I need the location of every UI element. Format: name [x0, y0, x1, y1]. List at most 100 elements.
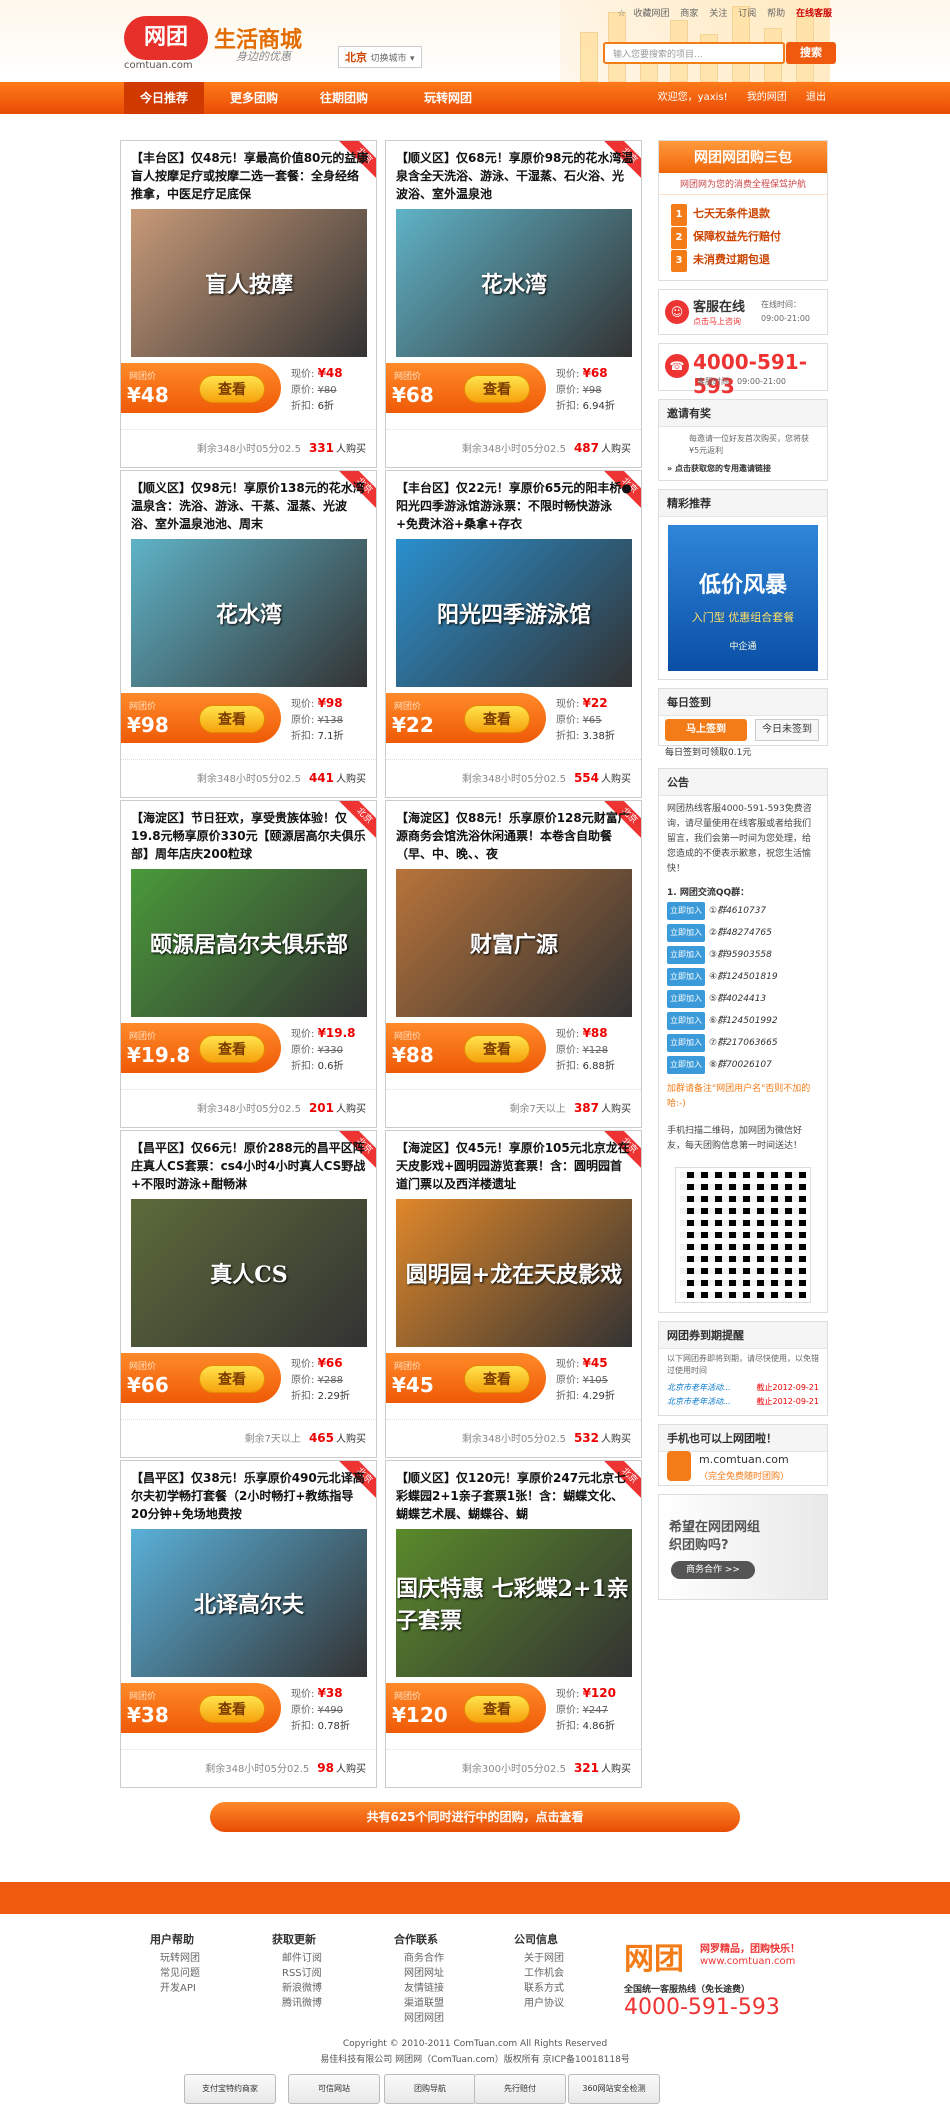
deal-title[interactable]: 【顺义区】仅68元！享原价98元的花水湾温泉含全天洗浴、游泳、干湿蒸、石火浴、光…: [396, 149, 634, 205]
footer-link[interactable]: 工作机会: [514, 1966, 624, 1981]
footer-link[interactable]: RSS订阅: [272, 1966, 382, 1981]
footer-link[interactable]: 友情链接: [394, 1981, 504, 1996]
deal-card[interactable]: 北京 【顺义区】仅68元！享原价98元的花水湾温泉含全天洗浴、游泳、干湿蒸、石火浴…: [385, 140, 642, 468]
footer-link[interactable]: 用户协议: [514, 1996, 624, 2011]
search-input[interactable]: 输入您要搜索的项目...: [603, 42, 785, 64]
trust-badge[interactable]: 团购导航: [384, 2074, 476, 2104]
guarantee-item[interactable]: 3 未消费过期包退: [671, 249, 815, 272]
top-link-subscribe[interactable]: 订阅: [738, 9, 756, 19]
trust-badge[interactable]: 360网站安全检测: [568, 2074, 660, 2104]
deal-title[interactable]: 【海淀区】节日狂欢，享受贵族体验！仅19.8元畅享原价330元【颐源居高尔夫俱乐…: [131, 809, 369, 865]
trust-badge[interactable]: 可信网站: [288, 2074, 380, 2104]
deal-image[interactable]: 花水湾: [396, 209, 632, 357]
deal-image[interactable]: 财富广源: [396, 869, 632, 1017]
footer-link[interactable]: 开发API: [150, 1981, 260, 1996]
deal-image[interactable]: 花水湾: [131, 539, 367, 687]
mobile-box[interactable]: 手机也可以上网团啦！ m.comtuan.com （完全免费随时团购）: [658, 1424, 828, 1486]
view-button[interactable]: 查看: [464, 705, 530, 733]
qq-join-button[interactable]: 立即加入: [667, 1034, 705, 1052]
footer-link[interactable]: 关于网团: [514, 1951, 624, 1966]
deal-card[interactable]: 北京 【海淀区】仅88元！乐享原价128元财富广源商务会馆洗浴休闲通票！本卷含自助…: [385, 800, 642, 1128]
deal-image[interactable]: 阳光四季游泳馆: [396, 539, 632, 687]
deal-card[interactable]: 北京 【海淀区】节日狂欢，享受贵族体验！仅19.8元畅享原价330元【颐源居高尔夫…: [120, 800, 377, 1128]
invite-link[interactable]: » 点击获取您的专用邀请链接: [659, 459, 827, 480]
deal-title[interactable]: 【海淀区】仅45元！享原价105元北京龙在天皮影戏+圆明园游览套票！含：圆明园首…: [396, 1139, 634, 1195]
footer-link[interactable]: 邮件订阅: [272, 1951, 382, 1966]
deal-image[interactable]: 国庆特惠 七彩蝶2+1亲子套票: [396, 1529, 632, 1677]
online-service-box[interactable]: ☺ 客服在线 点击马上咨询 在线时间： 09:00-21:00: [658, 289, 828, 335]
my-comtuan-link[interactable]: 我的网团: [747, 92, 787, 103]
remind-row[interactable]: 截止2012-09-21 北京市老年活动...: [659, 1395, 827, 1415]
footer-link[interactable]: 商务合作: [394, 1951, 504, 1966]
guarantee-item[interactable]: 1 七天无条件退款: [671, 203, 815, 226]
footer-link[interactable]: 网团网团: [394, 2011, 504, 2026]
top-link-online-service[interactable]: 在线客服: [796, 9, 832, 19]
deal-title[interactable]: 【丰台区】仅48元！享最高价值80元的益康盲人按摩足疗或按摩二选一套餐：全身经络…: [131, 149, 369, 205]
qq-group-row[interactable]: 立即加入 ⑧群70026107: [659, 1054, 827, 1076]
top-link-favorite[interactable]: 收藏网团: [634, 9, 670, 19]
view-button[interactable]: 查看: [199, 705, 265, 733]
guarantee-item[interactable]: 2 保障权益先行赔付: [671, 226, 815, 249]
deal-title[interactable]: 【顺义区】仅120元！享原价247元北京七彩蝶园2+1亲子套票1张！含：蝴蝶文化…: [396, 1469, 634, 1525]
deal-title[interactable]: 【海淀区】仅88元！乐享原价128元财富广源商务会馆洗浴休闲通票！本卷含自助餐（…: [396, 809, 634, 865]
footer-link[interactable]: 新浪微博: [272, 1981, 382, 1996]
qq-group-row[interactable]: 立即加入 ④群124501819: [659, 966, 827, 988]
qq-group-row[interactable]: 立即加入 ⑦群217063665: [659, 1032, 827, 1054]
top-link-help[interactable]: 帮助: [767, 9, 785, 19]
qq-join-button[interactable]: 立即加入: [667, 1056, 705, 1074]
footer-link[interactable]: 联系方式: [514, 1981, 624, 1996]
qq-group-row[interactable]: 立即加入 ①群4610737: [659, 900, 827, 922]
footer-link[interactable]: 玩转网团: [150, 1951, 260, 1966]
deal-title[interactable]: 【丰台区】仅22元！享原价65元的阳丰桥●阳光四季游泳馆游泳票：不限时畅快游泳+…: [396, 479, 634, 535]
qq-join-button[interactable]: 立即加入: [667, 1012, 705, 1030]
deal-image[interactable]: 颐源居高尔夫俱乐部: [131, 869, 367, 1017]
qq-group-row[interactable]: 立即加入 ②群48274765: [659, 922, 827, 944]
coop-button[interactable]: 商务合作 >>: [671, 1561, 755, 1579]
qq-group-row[interactable]: 立即加入 ⑤群4024413: [659, 988, 827, 1010]
view-button[interactable]: 查看: [464, 375, 530, 403]
qq-join-button[interactable]: 立即加入: [667, 946, 705, 964]
deal-card[interactable]: 北京 【昌平区】仅66元！原价288元的昌平区阵庄真人CS套票：cs4小时4小时真…: [120, 1130, 377, 1458]
nav-past[interactable]: 往期团购: [304, 82, 384, 114]
deal-image[interactable]: 真人CS: [131, 1199, 367, 1347]
view-button[interactable]: 查看: [199, 1035, 265, 1063]
deal-card[interactable]: 北京 【昌平区】仅38元！乐享原价490元北译高尔夫初学畅打套餐（2小时畅打+教练…: [120, 1460, 377, 1788]
top-link-follow[interactable]: 关注: [709, 9, 727, 19]
top-link-merchant[interactable]: 商家: [680, 9, 698, 19]
trust-badge[interactable]: 先行赔付: [474, 2074, 566, 2104]
deal-image[interactable]: 盲人按摩: [131, 209, 367, 357]
more-deals-button[interactable]: 共有625个同时进行中的团购，点击查看: [210, 1802, 740, 1832]
qq-join-button[interactable]: 立即加入: [667, 968, 705, 986]
qq-group-row[interactable]: 立即加入 ③群95903558: [659, 944, 827, 966]
deal-card[interactable]: 北京 【顺义区】仅98元！享原价138元的花水湾温泉含：洗浴、游泳、干蒸、湿蒸、光…: [120, 470, 377, 798]
deal-title[interactable]: 【顺义区】仅98元！享原价138元的花水湾温泉含：洗浴、游泳、干蒸、湿蒸、光波浴…: [131, 479, 369, 535]
site-logo[interactable]: 网团: [124, 16, 208, 60]
nav-more[interactable]: 更多团购: [214, 82, 294, 114]
search-button[interactable]: 搜索: [786, 42, 836, 64]
qq-group-row[interactable]: 立即加入 ⑥群124501992: [659, 1010, 827, 1032]
footer-link[interactable]: 腾讯微博: [272, 1996, 382, 2011]
trust-badge[interactable]: 支付宝特约商家: [184, 2074, 276, 2104]
promo-banner[interactable]: 低价风暴 入门型 优惠组合套餐 中企通: [668, 525, 818, 671]
deal-card[interactable]: 北京 【丰台区】仅22元！享原价65元的阳丰桥●阳光四季游泳馆游泳票：不限时畅快游…: [385, 470, 642, 798]
deal-image[interactable]: 圆明园+龙在天皮影戏: [396, 1199, 632, 1347]
deal-card[interactable]: 北京 【海淀区】仅45元！享原价105元北京龙在天皮影戏+圆明园游览套票！含：圆明…: [385, 1130, 642, 1458]
nav-guide[interactable]: 玩转网团: [408, 82, 488, 114]
qq-join-button[interactable]: 立即加入: [667, 990, 705, 1008]
business-coop-box[interactable]: 希望在网团网组织团购吗? 商务合作 >>: [658, 1494, 828, 1600]
footer-link[interactable]: 网团网址: [394, 1966, 504, 1981]
view-button[interactable]: 查看: [199, 1695, 265, 1723]
view-button[interactable]: 查看: [199, 1365, 265, 1393]
deal-image[interactable]: 北译高尔夫: [131, 1529, 367, 1677]
deal-card[interactable]: 北京 【顺义区】仅120元！享原价247元北京七彩蝶园2+1亲子套票1张！含：蝴蝶…: [385, 1460, 642, 1788]
view-button[interactable]: 查看: [199, 375, 265, 403]
view-button[interactable]: 查看: [464, 1695, 530, 1723]
deal-title[interactable]: 【昌平区】仅66元！原价288元的昌平区阵庄真人CS套票：cs4小时4小时真人C…: [131, 1139, 369, 1195]
qq-join-button[interactable]: 立即加入: [667, 924, 705, 942]
checkin-button[interactable]: 马上签到: [665, 719, 747, 741]
view-button[interactable]: 查看: [464, 1365, 530, 1393]
deal-title[interactable]: 【昌平区】仅38元！乐享原价490元北译高尔夫初学畅打套餐（2小时畅打+教练指导…: [131, 1469, 369, 1525]
footer-link[interactable]: 渠道联盟: [394, 1996, 504, 2011]
remind-row[interactable]: 截止2012-09-21 北京市老年活动...: [659, 1381, 827, 1395]
qq-join-button[interactable]: 立即加入: [667, 902, 705, 920]
